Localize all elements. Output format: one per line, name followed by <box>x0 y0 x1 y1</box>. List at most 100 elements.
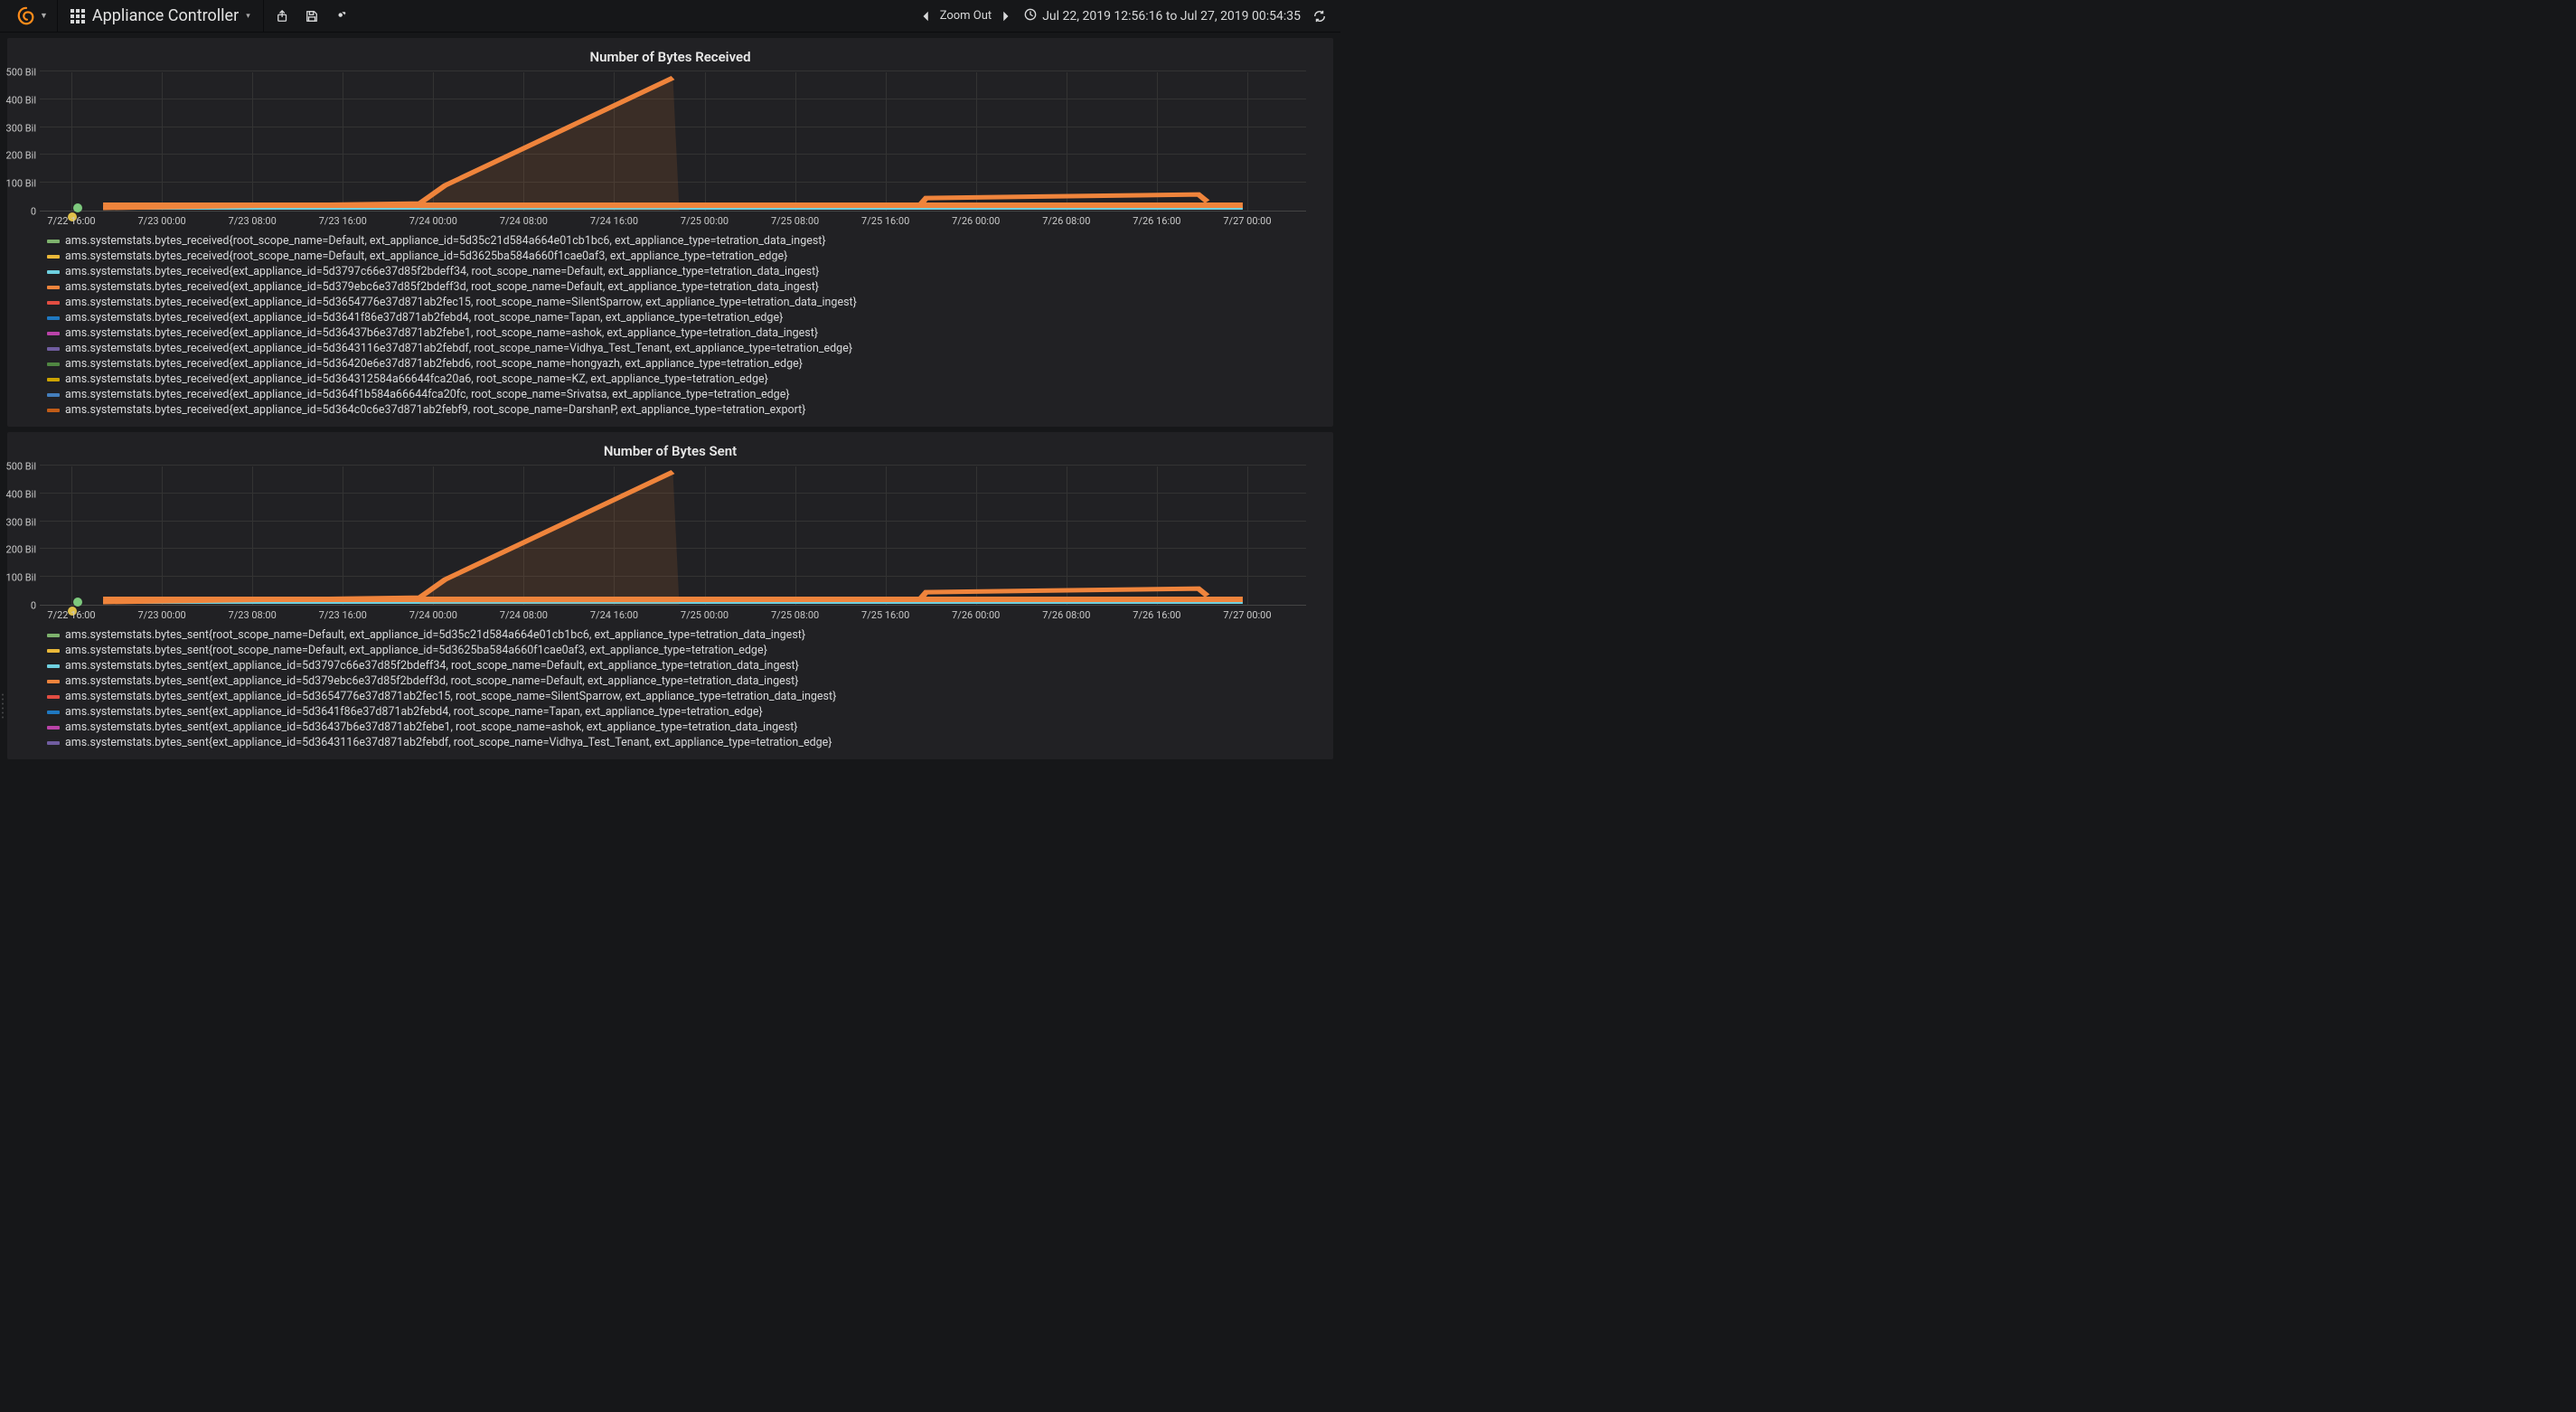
x-tick: 7/23 16:00 <box>319 609 367 621</box>
drag-handle-icon[interactable] <box>2 694 7 719</box>
legend-label: ams.systemstats.bytes_sent{ext_appliance… <box>65 735 832 750</box>
legend: ams.systemstats.bytes_sent{root_scope_na… <box>7 622 1333 750</box>
share-icon[interactable] <box>277 10 289 23</box>
panel-title[interactable]: Number of Bytes Received <box>7 45 1333 72</box>
legend-label: ams.systemstats.bytes_received{ext_appli… <box>65 279 819 295</box>
legend-item[interactable]: ams.systemstats.bytes_received{ext_appli… <box>47 341 1306 356</box>
x-tick: 7/24 00:00 <box>409 215 457 227</box>
x-tick: 7/25 16:00 <box>861 215 909 227</box>
x-tick: 7/26 08:00 <box>1042 215 1090 227</box>
dashboard-grid-icon <box>71 9 85 24</box>
y-tick: 400 Bil <box>6 94 36 106</box>
chart-panel: Number of Bytes Received0100 Bil200 Bil3… <box>7 38 1333 427</box>
y-tick: 300 Bil <box>6 122 36 134</box>
legend-label: ams.systemstats.bytes_received{ext_appli… <box>65 387 790 402</box>
dashboard-picker[interactable]: Appliance Controller ▾ <box>58 0 264 32</box>
x-tick: 7/26 16:00 <box>1133 215 1180 227</box>
x-tick: 7/24 08:00 <box>500 215 548 227</box>
x-axis: 7/22 16:007/23 00:007/23 08:007/23 16:00… <box>40 213 1306 228</box>
time-range-picker[interactable]: Jul 22, 2019 12:56:16 to Jul 27, 2019 00… <box>1024 8 1301 24</box>
legend-item[interactable]: ams.systemstats.bytes_sent{root_scope_na… <box>47 643 1306 658</box>
plot[interactable] <box>40 72 1306 212</box>
y-tick: 100 Bil <box>6 572 36 584</box>
legend: ams.systemstats.bytes_received{root_scop… <box>7 228 1333 418</box>
gear-icon[interactable] <box>334 10 347 23</box>
legend-item[interactable]: ams.systemstats.bytes_received{ext_appli… <box>47 295 1306 310</box>
legend-item[interactable]: ams.systemstats.bytes_sent{ext_appliance… <box>47 720 1306 735</box>
legend-swatch-icon <box>47 634 60 637</box>
y-axis: 0100 Bil200 Bil300 Bil400 Bil500 Bil <box>9 466 40 606</box>
x-tick: 7/25 08:00 <box>771 215 819 227</box>
legend-label: ams.systemstats.bytes_received{ext_appli… <box>65 264 819 279</box>
legend-item[interactable]: ams.systemstats.bytes_received{ext_appli… <box>47 356 1306 372</box>
x-tick: 7/26 16:00 <box>1133 609 1180 621</box>
y-tick: 300 Bil <box>6 516 36 528</box>
legend-swatch-icon <box>47 695 60 699</box>
panel-title[interactable]: Number of Bytes Sent <box>7 439 1333 466</box>
time-next-icon[interactable] <box>999 10 1011 23</box>
x-tick: 7/24 08:00 <box>500 609 548 621</box>
time-range-label: Jul 22, 2019 12:56:16 to Jul 27, 2019 00… <box>1042 9 1301 24</box>
y-tick: 500 Bil <box>6 67 36 79</box>
y-tick: 100 Bil <box>6 178 36 190</box>
y-tick: 200 Bil <box>6 544 36 556</box>
legend-item[interactable]: ams.systemstats.bytes_received{ext_appli… <box>47 402 1306 418</box>
time-prev-icon[interactable] <box>920 10 933 23</box>
legend-item[interactable]: ams.systemstats.bytes_received{ext_appli… <box>47 310 1306 325</box>
legend-swatch-icon <box>47 711 60 714</box>
legend-item[interactable]: ams.systemstats.bytes_received{ext_appli… <box>47 264 1306 279</box>
legend-swatch-icon <box>47 316 60 320</box>
legend-item[interactable]: ams.systemstats.bytes_sent{ext_appliance… <box>47 658 1306 673</box>
legend-swatch-icon <box>47 726 60 730</box>
x-tick: 7/25 16:00 <box>861 609 909 621</box>
x-tick: 7/25 08:00 <box>771 609 819 621</box>
legend-swatch-icon <box>47 649 60 653</box>
legend-swatch-icon <box>47 332 60 335</box>
legend-swatch-icon <box>47 393 60 397</box>
legend-item[interactable]: ams.systemstats.bytes_received{ext_appli… <box>47 387 1306 402</box>
chevron-down-icon: ▼ <box>40 11 48 21</box>
x-tick: 7/24 16:00 <box>590 215 638 227</box>
legend-item[interactable]: ams.systemstats.bytes_received{root_scop… <box>47 249 1306 264</box>
legend-label: ams.systemstats.bytes_received{ext_appli… <box>65 372 768 387</box>
x-tick: 7/23 00:00 <box>137 609 185 621</box>
legend-item[interactable]: ams.systemstats.bytes_sent{ext_appliance… <box>47 689 1306 704</box>
x-tick: 7/23 08:00 <box>229 215 277 227</box>
legend-swatch-icon <box>47 741 60 745</box>
legend-swatch-icon <box>47 362 60 366</box>
legend-item[interactable]: ams.systemstats.bytes_sent{ext_appliance… <box>47 673 1306 689</box>
x-tick: 7/23 08:00 <box>229 609 277 621</box>
chart-area[interactable]: 0100 Bil200 Bil300 Bil400 Bil500 Bil7/22… <box>40 466 1306 622</box>
zoom-out-button[interactable]: Zoom Out <box>940 9 992 23</box>
legend-swatch-icon <box>47 255 60 259</box>
x-tick: 7/27 00:00 <box>1223 215 1271 227</box>
chart-area[interactable]: 0100 Bil200 Bil300 Bil400 Bil500 Bil7/22… <box>40 72 1306 228</box>
x-tick: 7/24 16:00 <box>590 609 638 621</box>
grafana-logo-icon <box>16 6 36 26</box>
x-tick: 7/24 00:00 <box>409 609 457 621</box>
legend-item[interactable]: ams.systemstats.bytes_sent{ext_appliance… <box>47 735 1306 750</box>
legend-label: ams.systemstats.bytes_received{ext_appli… <box>65 310 783 325</box>
legend-item[interactable]: ams.systemstats.bytes_sent{root_scope_na… <box>47 627 1306 643</box>
x-tick: 7/22 16:00 <box>47 609 95 621</box>
x-tick: 7/25 00:00 <box>681 215 729 227</box>
legend-swatch-icon <box>47 409 60 412</box>
legend-label: ams.systemstats.bytes_received{ext_appli… <box>65 325 818 341</box>
legend-item[interactable]: ams.systemstats.bytes_received{ext_appli… <box>47 372 1306 387</box>
x-tick: 7/26 08:00 <box>1042 609 1090 621</box>
legend-swatch-icon <box>47 270 60 274</box>
legend-item[interactable]: ams.systemstats.bytes_sent{ext_appliance… <box>47 704 1306 720</box>
grafana-logo-menu[interactable]: ▼ <box>7 0 58 32</box>
save-icon[interactable] <box>306 10 318 23</box>
refresh-icon[interactable] <box>1313 10 1326 23</box>
legend-item[interactable]: ams.systemstats.bytes_received{ext_appli… <box>47 279 1306 295</box>
dashboard-title: Appliance Controller <box>92 6 239 25</box>
y-tick: 200 Bil <box>6 150 36 162</box>
legend-label: ams.systemstats.bytes_received{root_scop… <box>65 233 826 249</box>
x-tick: 7/22 16:00 <box>47 215 95 227</box>
legend-item[interactable]: ams.systemstats.bytes_received{ext_appli… <box>47 325 1306 341</box>
legend-item[interactable]: ams.systemstats.bytes_received{root_scop… <box>47 233 1306 249</box>
chart-panel: Number of Bytes Sent0100 Bil200 Bil300 B… <box>7 432 1333 759</box>
plot[interactable] <box>40 466 1306 606</box>
legend-label: ams.systemstats.bytes_received{ext_appli… <box>65 356 803 372</box>
